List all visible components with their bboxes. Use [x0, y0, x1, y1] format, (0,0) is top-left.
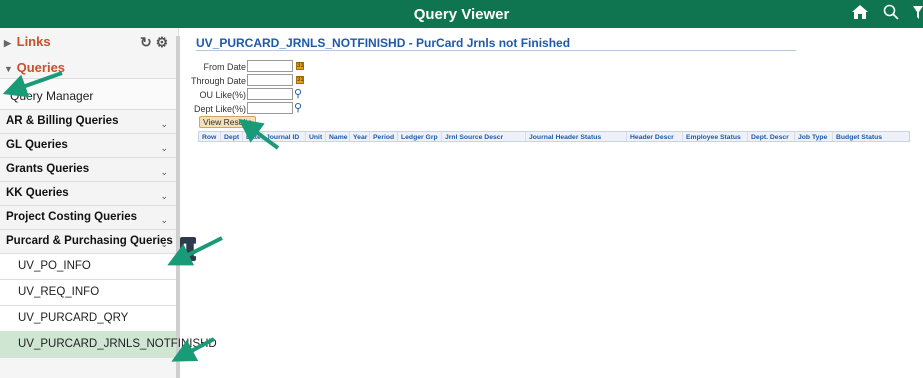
- from-date-row: From Date 31: [196, 60, 396, 74]
- caret-down-icon: ▼: [4, 64, 13, 74]
- calendar-icon[interactable]: 31: [296, 76, 304, 84]
- ou-like-label: OU Like(%): [199, 90, 246, 100]
- caret-right-icon: ▶: [4, 38, 11, 48]
- query-item-purcard-jrnls-notfinishd[interactable]: UV_PURCARD_JRNLS_NOTFINISHD: [0, 332, 217, 358]
- group-grants[interactable]: Grants Queries ⌄: [0, 158, 176, 182]
- chevron-down-icon: ⌄: [160, 119, 168, 129]
- chevron-down-icon: ⌄: [160, 215, 168, 225]
- sidebar-scrollbar[interactable]: [176, 36, 180, 378]
- column-header[interactable]: Unit: [306, 132, 326, 141]
- query-manager-label: Query Manager: [10, 89, 94, 103]
- column-header[interactable]: Period: [370, 132, 398, 141]
- column-header[interactable]: Journal ID: [263, 132, 306, 141]
- column-header[interactable]: Name: [326, 132, 350, 141]
- query-item-purcard-qry[interactable]: UV_PURCARD_QRY: [0, 306, 176, 332]
- app-title: Query Viewer: [413, 6, 510, 23]
- sidebar-queries-toggle[interactable]: ▼ Queries: [0, 60, 176, 75]
- query-item-po-info[interactable]: UV_PO_INFO: [0, 254, 176, 280]
- links-label: Links: [16, 34, 51, 49]
- query-item-label: UV_PURCARD_JRNLS_NOTFINISHD: [18, 338, 217, 350]
- column-header[interactable]: Job Type: [795, 132, 833, 141]
- group-ar-billing[interactable]: AR & Billing Queries ⌄: [0, 110, 176, 134]
- column-header[interactable]: Year: [350, 132, 370, 141]
- through-date-field[interactable]: [247, 74, 293, 86]
- column-header[interactable]: Ledger Grp: [398, 132, 442, 141]
- group-kk[interactable]: KK Queries ⌄: [0, 182, 176, 206]
- column-header[interactable]: Employee Status: [683, 132, 748, 141]
- main-content: UV_PURCARD_JRNLS_NOTFINISHD - PurCard Jr…: [191, 28, 923, 378]
- column-header[interactable]: Row: [199, 132, 221, 141]
- home-icon[interactable]: [851, 4, 869, 24]
- from-date-label: From Date: [203, 62, 246, 72]
- group-label: KK Queries: [6, 187, 69, 199]
- results-grid-header: Row Dept Date Journal ID Unit Name Year …: [198, 131, 910, 142]
- from-date-field[interactable]: [247, 60, 293, 72]
- group-purcard-purchasing[interactable]: Purcard & Purchasing Queries ⌄: [0, 230, 176, 254]
- search-icon[interactable]: [883, 4, 899, 24]
- query-item-label: UV_PO_INFO: [18, 260, 91, 272]
- group-label: Project Costing Queries: [6, 211, 138, 223]
- column-header[interactable]: Budget Status: [833, 132, 891, 141]
- column-header[interactable]: Jrnl Source Descr: [442, 132, 526, 141]
- header-bar: Query Viewer: [0, 0, 923, 28]
- dept-like-field[interactable]: [247, 102, 293, 114]
- query-title: UV_PURCARD_JRNLS_NOTFINISHD - PurCard Jr…: [196, 36, 571, 50]
- through-date-row: Through Date 31: [191, 74, 396, 88]
- column-header[interactable]: Header Descr: [627, 132, 683, 141]
- query-item-label: UV_REQ_INFO: [18, 286, 100, 298]
- query-item-label: UV_PURCARD_QRY: [18, 312, 129, 324]
- chevron-down-icon: ⌄: [160, 167, 168, 177]
- ou-like-row: OU Like(%) ⚲: [196, 88, 396, 102]
- chevron-down-icon: ⌄: [160, 191, 168, 201]
- column-header[interactable]: Dept: [221, 132, 243, 141]
- group-project-costing[interactable]: Project Costing Queries ⌄: [0, 206, 176, 230]
- collapse-handle[interactable]: ❙❙: [180, 237, 200, 261]
- lookup-icon[interactable]: ⚲: [294, 87, 302, 100]
- dept-like-label: Dept Like(%): [193, 104, 246, 114]
- sidebar-links-toggle[interactable]: ▶ Links: [0, 34, 176, 49]
- group-label: Grants Queries: [6, 163, 90, 175]
- group-label: AR & Billing Queries: [6, 115, 119, 127]
- dept-like-row: Dept Like(%) ⚲: [193, 101, 396, 116]
- column-header[interactable]: Date: [243, 132, 263, 141]
- filter-icon[interactable]: [913, 4, 923, 24]
- group-label: GL Queries: [6, 139, 68, 151]
- query-item-req-info[interactable]: UV_REQ_INFO: [0, 280, 176, 306]
- query-manager-link[interactable]: Query Manager: [0, 78, 176, 110]
- group-label: Purcard & Purchasing Queries: [6, 235, 173, 247]
- queries-label: Queries: [16, 60, 66, 75]
- calendar-icon[interactable]: 31: [296, 62, 304, 70]
- through-date-label: Through Date: [190, 76, 246, 86]
- title-divider: [196, 50, 796, 51]
- chevron-down-icon: ⌄: [160, 239, 168, 249]
- lookup-icon[interactable]: ⚲: [294, 101, 302, 114]
- view-results-button[interactable]: View Results: [199, 116, 256, 128]
- chevron-down-icon: ⌄: [160, 143, 168, 153]
- ou-like-field[interactable]: [247, 88, 293, 100]
- group-gl[interactable]: GL Queries ⌄: [0, 134, 176, 158]
- column-header[interactable]: Dept. Descr: [748, 132, 795, 141]
- column-header[interactable]: Journal Header Status: [526, 132, 627, 141]
